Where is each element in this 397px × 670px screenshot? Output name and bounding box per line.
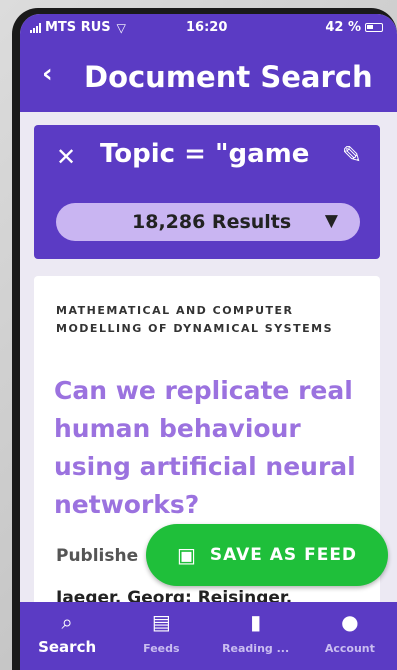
nav-item-reading[interactable]: ▮ Reading ... <box>209 602 303 670</box>
nav-label-reading: Reading ... <box>222 642 290 655</box>
search-icon: ⌕ <box>61 610 73 634</box>
nav-item-account[interactable]: ● Account <box>303 602 397 670</box>
feeds-icon: ▤ <box>151 610 171 634</box>
pencil-icon[interactable]: ✎ <box>342 141 362 169</box>
nav-label-feeds: Feeds <box>143 642 180 655</box>
close-icon[interactable]: ✕ <box>56 143 76 171</box>
status-time: 16:20 <box>186 20 228 35</box>
save-as-feed-label: SAVE AS FEED <box>209 545 358 565</box>
floppy-disk-icon: ▣ <box>176 543 196 567</box>
nav-label-search: Search <box>38 638 97 656</box>
nav-item-feeds[interactable]: ▤ Feeds <box>114 602 208 670</box>
app-screen: MTS RUS ▽ 16:20 42 % ‹ Document Search ✕… <box>20 14 397 670</box>
wifi-icon: ▽ <box>116 20 126 35</box>
battery-percent: 42 % <box>325 20 361 35</box>
account-icon: ● <box>341 610 359 634</box>
phone-frame: MTS RUS ▽ 16:20 42 % ‹ Document Search ✕… <box>12 8 397 670</box>
bottom-navigation: ⌕ Search ▤ Feeds ▮ Reading ... ● Account <box>20 602 397 670</box>
status-bar: MTS RUS ▽ 16:20 42 % <box>20 14 397 42</box>
page-title: Document Search <box>84 60 373 94</box>
app-header: ‹ Document Search <box>20 42 397 112</box>
signal-icon <box>30 22 41 33</box>
journal-name: MATHEMATICAL AND COMPUTER MODELLING OF D… <box>56 304 333 335</box>
save-as-feed-button[interactable]: ▣ SAVE AS FEED <box>146 524 388 586</box>
published-label: Publishe <box>56 546 139 566</box>
results-count: 18,286 Results <box>132 211 292 233</box>
search-query[interactable]: Topic = "game t <box>100 139 312 169</box>
battery-info: 42 % <box>325 20 383 35</box>
bookmark-icon: ▮ <box>250 610 262 634</box>
carrier-info: MTS RUS ▽ <box>30 20 126 35</box>
carrier-name: MTS RUS <box>45 20 111 35</box>
funnel-icon: ▼ <box>324 211 338 231</box>
chevron-left-icon[interactable]: ‹ <box>42 61 53 87</box>
article-title[interactable]: Can we replicate real human behaviour us… <box>54 372 374 524</box>
nav-label-account: Account <box>324 642 375 655</box>
battery-icon <box>365 23 383 32</box>
nav-item-search[interactable]: ⌕ Search <box>20 602 114 670</box>
results-filter-button[interactable]: 18,286 Results ▼ <box>56 203 360 241</box>
search-filter-panel: ✕ Topic = "game t ✎ 18,286 Results ▼ <box>34 125 380 259</box>
